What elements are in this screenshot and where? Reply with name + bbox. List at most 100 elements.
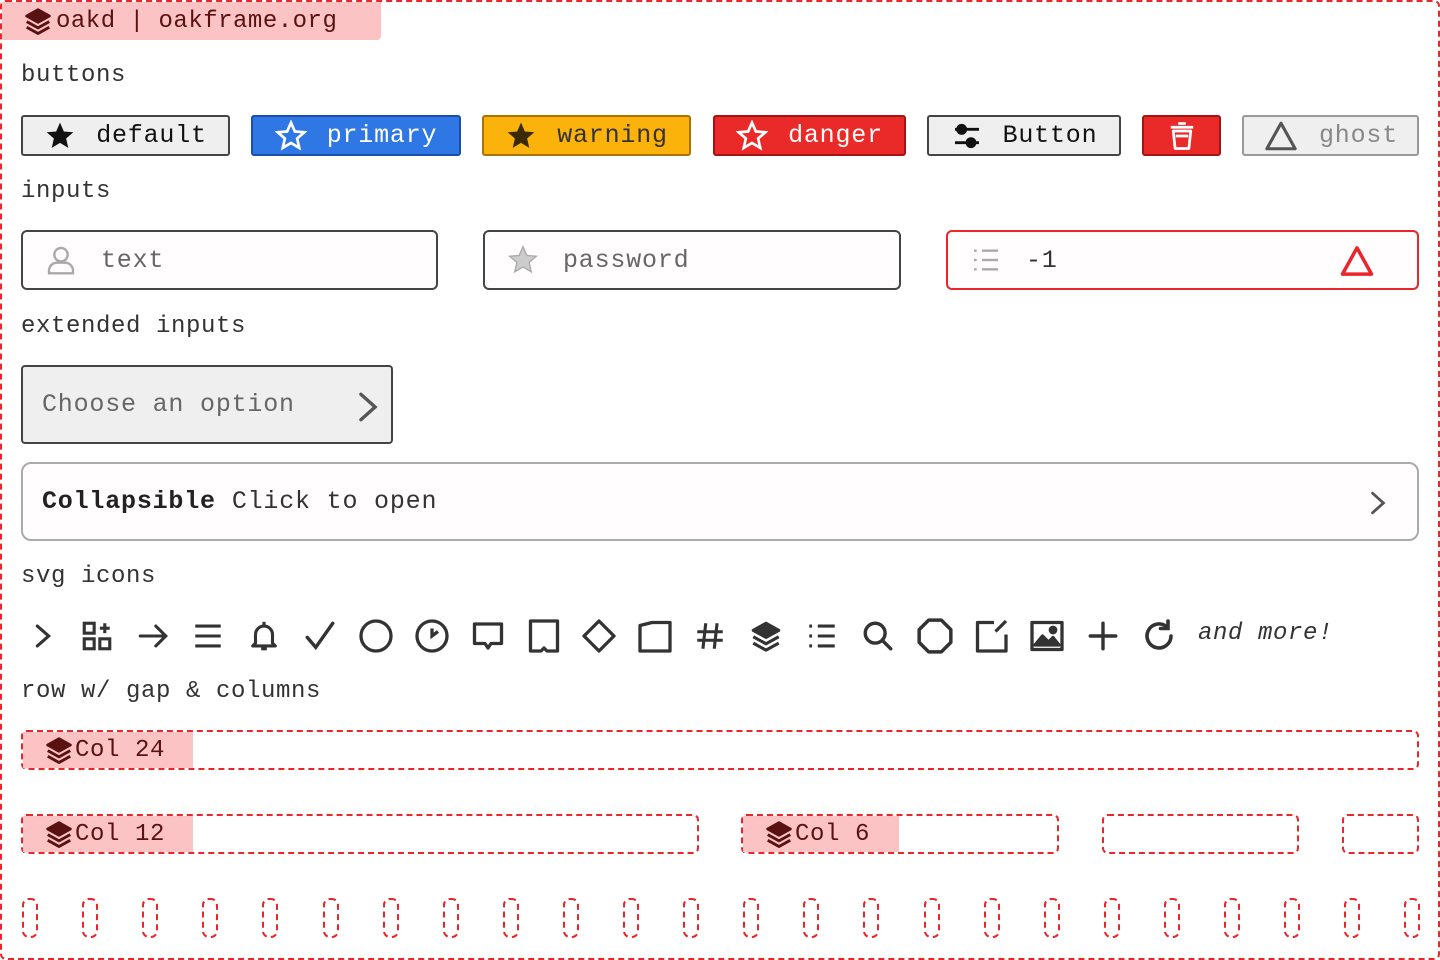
chevron-right-icon xyxy=(1371,491,1386,515)
column-label: Col 24 xyxy=(75,736,166,764)
column-1 xyxy=(22,898,38,938)
section-title-extended: extended inputs xyxy=(21,313,247,340)
star-icon xyxy=(507,122,535,148)
column-4 xyxy=(1102,814,1299,854)
number-input-value: -1 xyxy=(1026,245,1058,275)
brand-header[interactable]: oakd | oakframe.org xyxy=(2,2,381,40)
column-1 xyxy=(1163,898,1180,938)
column-1 xyxy=(1284,898,1301,938)
hash-icon xyxy=(697,623,723,649)
column-1 xyxy=(623,898,639,938)
sliders-icon xyxy=(954,123,979,148)
column-label: Col 6 xyxy=(795,820,871,848)
column-1 xyxy=(562,898,579,938)
collapsible-hint: Click to open xyxy=(231,487,438,516)
column-1 xyxy=(502,898,519,938)
column-1 xyxy=(803,898,820,938)
chevron-right-icon xyxy=(359,392,378,422)
column-1 xyxy=(142,898,159,938)
danger-button-label: danger xyxy=(788,121,883,150)
diamond-icon xyxy=(582,619,616,653)
star-icon xyxy=(46,122,74,148)
delete-button[interactable] xyxy=(1142,115,1221,156)
column-1 xyxy=(743,898,760,938)
column-1 xyxy=(683,898,700,938)
list-icon xyxy=(974,249,998,271)
edit-icon xyxy=(975,619,1008,653)
password-input-placeholder: password xyxy=(563,245,690,275)
column-24: Col 24 xyxy=(21,730,1419,770)
icons-and-more-text: and more! xyxy=(1198,620,1334,647)
text-input[interactable]: text xyxy=(21,230,438,290)
section-title-row: row w/ gap & columns xyxy=(21,678,322,705)
layers-icon xyxy=(766,821,792,848)
warning-button-label: warning xyxy=(557,121,668,150)
column-1 xyxy=(923,898,940,938)
column-1 xyxy=(442,898,459,938)
section-title-buttons: buttons xyxy=(21,62,127,89)
column-1 xyxy=(983,898,1000,938)
text-input-placeholder: text xyxy=(101,245,165,275)
default-button-label: default xyxy=(96,121,207,150)
column-1 xyxy=(1043,898,1060,938)
search-icon xyxy=(863,621,893,651)
brand-site-link[interactable]: oakframe.org xyxy=(159,8,338,35)
book-icon xyxy=(528,619,560,653)
bell-icon xyxy=(251,621,277,651)
layers-icon xyxy=(46,821,72,848)
collapsible-panel[interactable]: Collapsible Click to open xyxy=(21,462,1419,541)
column-12: Col 12 xyxy=(21,814,699,854)
primary-button[interactable]: primary xyxy=(251,115,461,156)
column-1 xyxy=(382,898,399,938)
column-1 xyxy=(1404,898,1421,938)
column-1 xyxy=(863,898,880,938)
danger-button[interactable]: danger xyxy=(713,115,906,156)
section-title-inputs: inputs xyxy=(21,178,112,205)
image-icon xyxy=(1030,620,1064,652)
column-1 xyxy=(202,898,219,938)
triangle-icon xyxy=(1265,121,1297,150)
octagon-icon xyxy=(917,618,953,654)
layers-icon xyxy=(25,8,51,35)
column-1 xyxy=(82,898,99,938)
password-input[interactable]: password xyxy=(483,230,901,290)
column-2 xyxy=(1342,814,1419,854)
refresh-icon xyxy=(1145,619,1173,650)
column-label: Col 12 xyxy=(75,820,166,848)
star-icon xyxy=(736,119,769,151)
option-select-placeholder: Choose an option xyxy=(42,390,295,419)
plus-icon xyxy=(1088,621,1118,651)
column-1 xyxy=(1103,898,1120,938)
chevron-right-icon xyxy=(35,624,52,648)
brand-name: oakd xyxy=(56,7,116,35)
option-select[interactable]: Choose an option xyxy=(21,365,393,444)
column-1 xyxy=(262,898,279,938)
layers-icon xyxy=(751,621,781,652)
circle-icon xyxy=(359,619,393,653)
clock-icon xyxy=(415,619,449,653)
settings-button-label: Button xyxy=(1002,121,1098,150)
check-icon xyxy=(305,621,335,651)
column-tag: Col 6 xyxy=(743,816,899,852)
column-1 xyxy=(1224,898,1240,938)
primary-button-label: primary xyxy=(326,121,438,150)
folder-icon xyxy=(638,620,672,653)
brand-separator: | xyxy=(129,7,145,35)
arrow-right-icon xyxy=(138,624,168,648)
trash-icon xyxy=(1170,121,1193,150)
section-title-icons: svg icons xyxy=(21,563,157,590)
column-1 xyxy=(322,898,339,938)
grid-add-icon xyxy=(82,621,112,651)
column-tag: Col 24 xyxy=(23,732,193,768)
star-icon xyxy=(508,245,538,274)
default-button[interactable]: default xyxy=(21,115,230,156)
settings-button[interactable]: Button xyxy=(927,115,1121,156)
column-tag: Col 12 xyxy=(23,816,193,852)
star-icon xyxy=(274,119,307,151)
warning-icon xyxy=(1340,246,1374,276)
warning-button[interactable]: warning xyxy=(482,115,691,156)
menu-icon xyxy=(195,624,221,648)
number-input[interactable]: -1 xyxy=(946,230,1419,290)
layers-icon xyxy=(46,737,72,764)
ghost-button[interactable]: ghost xyxy=(1242,115,1419,156)
